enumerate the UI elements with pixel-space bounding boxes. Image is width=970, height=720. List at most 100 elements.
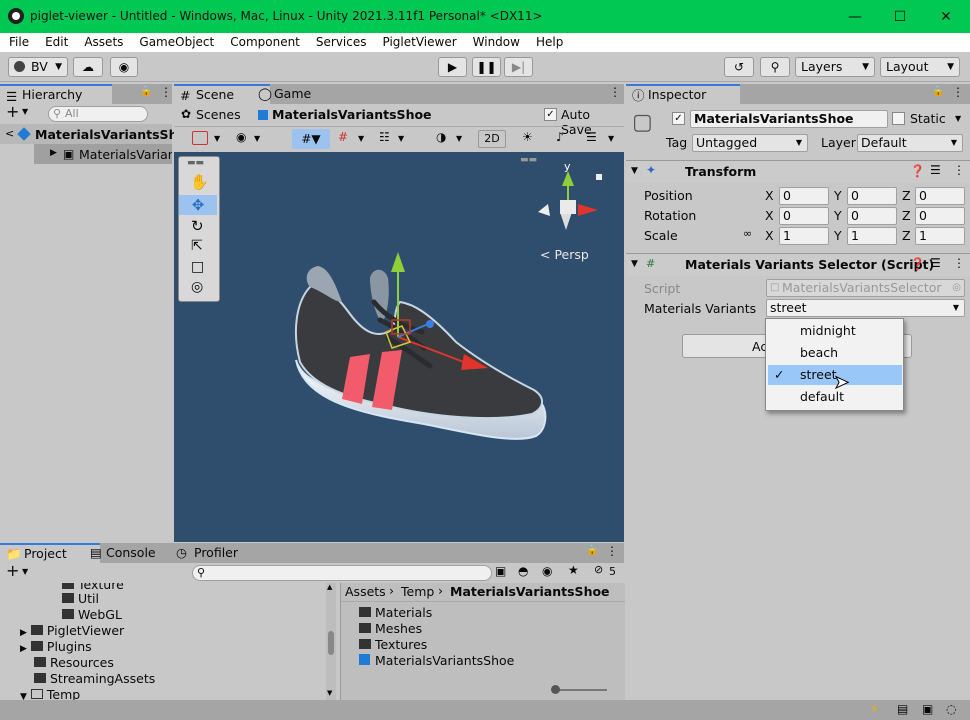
breadcrumb-object[interactable]: MaterialsVariantsShoe (272, 107, 432, 122)
globe-icon[interactable]: ◉ (236, 130, 246, 144)
search-button[interactable]: ⚲ (760, 57, 790, 77)
progress-icon[interactable]: ◌ (946, 702, 956, 716)
position-y-field[interactable]: 0 (847, 187, 897, 205)
file-item[interactable]: Meshes (359, 621, 422, 636)
cache-icon[interactable]: ▤ (897, 702, 908, 716)
kebab-icon[interactable]: ⋮ (160, 85, 172, 99)
hierarchy-child[interactable]: ▶ ▣ MaterialsVariant (34, 144, 172, 164)
menu-gameobject[interactable]: GameObject (131, 33, 222, 52)
audio-icon[interactable]: ♪ (556, 130, 564, 144)
history-button[interactable]: ↺ (724, 57, 754, 77)
layers-dropdown[interactable]: Layers ▼ (795, 57, 875, 77)
hidden-packages-icon[interactable]: ⊘ (594, 563, 603, 576)
tree-item[interactable]: Util (62, 591, 99, 606)
chevron-down-icon[interactable]: ▼ (358, 134, 364, 143)
option-beach[interactable]: beach (766, 343, 903, 363)
tree-item[interactable]: StreamingAssets (34, 671, 155, 686)
kebab-icon[interactable]: ⋮ (952, 85, 964, 99)
file-item[interactable]: MaterialsVariantsShoe (359, 653, 514, 668)
rotation-x-field[interactable]: 0 (779, 207, 829, 225)
add-icon[interactable]: + (6, 561, 19, 580)
chevron-down-icon[interactable]: ▼ (608, 134, 614, 143)
lock-icon[interactable]: 🔒 (586, 545, 598, 556)
scale-y-field[interactable]: 1 (847, 227, 897, 245)
menu-window[interactable]: Window (465, 33, 528, 52)
breadcrumb-scenes[interactable]: Scenes (196, 107, 241, 122)
menu-file[interactable]: File (1, 33, 37, 52)
shading-icon[interactable]: ◑ (436, 130, 446, 144)
chevron-down-icon[interactable]: ▼ (955, 114, 961, 123)
chevron-down-icon[interactable]: ▼ (214, 134, 220, 143)
path-current[interactable]: MaterialsVariantsShoe (450, 584, 610, 599)
position-z-field[interactable]: 0 (915, 187, 965, 205)
expand-icon[interactable]: ▶ (50, 148, 57, 158)
tree-scrollbar[interactable]: ▲ ▼ (326, 583, 336, 700)
kebab-icon[interactable]: ⋮ (606, 544, 618, 558)
increment-icon[interactable]: ☷ (379, 130, 390, 144)
kebab-icon[interactable]: ⋮ (953, 163, 965, 177)
label-icon[interactable]: ◉ (542, 564, 552, 578)
account-dropdown[interactable]: BV ▼ (8, 57, 68, 77)
menu-component[interactable]: Component (222, 33, 308, 52)
tree-item[interactable]: ▶ PigletViewer (20, 623, 124, 638)
filter-icon[interactable]: ◓ (518, 564, 528, 578)
tab-profiler[interactable]: ◷ Profiler (170, 543, 278, 563)
path-temp[interactable]: Temp (401, 584, 434, 599)
hierarchy-root[interactable]: < MaterialsVariantsShoe (0, 124, 195, 144)
chevron-down-icon[interactable]: ▼ (456, 134, 462, 143)
search-by-type-icon[interactable]: ▣ (495, 564, 506, 578)
scroll-down-icon[interactable]: ▼ (327, 689, 332, 697)
tab-game[interactable]: ◯ Game (252, 84, 344, 104)
preset-icon[interactable]: ☰ (930, 256, 941, 270)
collapse-icon[interactable]: ▼ (20, 692, 27, 700)
play-button[interactable]: ▶ (438, 57, 467, 77)
cloud-button[interactable]: ☁ (73, 57, 103, 77)
tab-inspector[interactable]: ⓘ Inspector (626, 84, 740, 106)
kebab-icon[interactable]: ⋮ (953, 256, 965, 270)
preset-icon[interactable]: ☰ (930, 163, 941, 177)
lighting-icon[interactable]: ☀ (522, 130, 533, 144)
lightbulb-icon[interactable]: ⚡ (870, 702, 878, 716)
chevron-down-icon[interactable]: ▼ (22, 567, 28, 576)
menu-pigletviewer[interactable]: PigletViewer (375, 33, 465, 52)
star-icon[interactable]: ★ (568, 563, 579, 577)
mode-2d-button[interactable]: 2D (478, 130, 506, 148)
kebab-icon[interactable]: ⋮ (609, 85, 621, 99)
tag-dropdown[interactable]: Untagged ▼ (692, 134, 808, 152)
menu-services[interactable]: Services (308, 33, 375, 52)
transform-header[interactable]: ▼ ✦ Transform ❓ ☰ ⋮ (626, 160, 970, 183)
close-icon[interactable]: ✕ (923, 0, 969, 33)
link-icon[interactable]: ∞ (743, 227, 752, 240)
tree-item[interactable]: Resources (34, 655, 114, 670)
collab-button[interactable]: ◉ (110, 57, 138, 77)
variants-dropdown[interactable]: street ▼ (766, 299, 965, 317)
expand-icon[interactable]: ▶ (20, 628, 27, 638)
hierarchy-search[interactable]: ⚲ All (48, 106, 148, 122)
debug-icon[interactable]: ▣ (922, 702, 933, 716)
help-icon[interactable]: ❓ (910, 164, 925, 178)
lock-icon[interactable]: 🔒 (140, 86, 152, 97)
tree-item[interactable]: ▶ Plugins (20, 639, 92, 654)
position-x-field[interactable]: 0 (779, 187, 829, 205)
menu-assets[interactable]: Assets (76, 33, 131, 52)
selector-header[interactable]: ▼ # Materials Variants Selector (Script)… (626, 253, 970, 276)
expand-icon[interactable]: ▶ (20, 644, 27, 654)
add-icon[interactable]: + (6, 102, 19, 121)
object-name-field[interactable]: MaterialsVariantsShoe (690, 110, 888, 128)
lock-icon[interactable]: 🔒 (932, 86, 944, 97)
scroll-up-icon[interactable]: ▲ (327, 583, 332, 591)
menu-edit[interactable]: Edit (37, 33, 76, 52)
static-checkbox[interactable] (892, 112, 905, 125)
tree-item[interactable]: WebGL (62, 607, 122, 622)
option-midnight[interactable]: midnight (766, 321, 903, 341)
scroll-thumb[interactable] (328, 631, 334, 655)
path-assets[interactable]: Assets (345, 584, 386, 599)
project-search[interactable]: ⚲ (192, 565, 492, 581)
help-icon[interactable]: ❓ (910, 257, 925, 271)
minimize-icon[interactable]: — (832, 0, 878, 33)
step-button[interactable]: ▶| (504, 57, 533, 77)
scale-x-field[interactable]: 1 (779, 227, 829, 245)
scene-viewport[interactable]: ▬▬ ✋ ✥ ↻ ⇱ □ ◎ y < Persp ▬▬ (174, 152, 624, 542)
layout-dropdown[interactable]: Layout ▼ (880, 57, 960, 77)
tree-item[interactable]: ▼ Temp (20, 687, 80, 700)
